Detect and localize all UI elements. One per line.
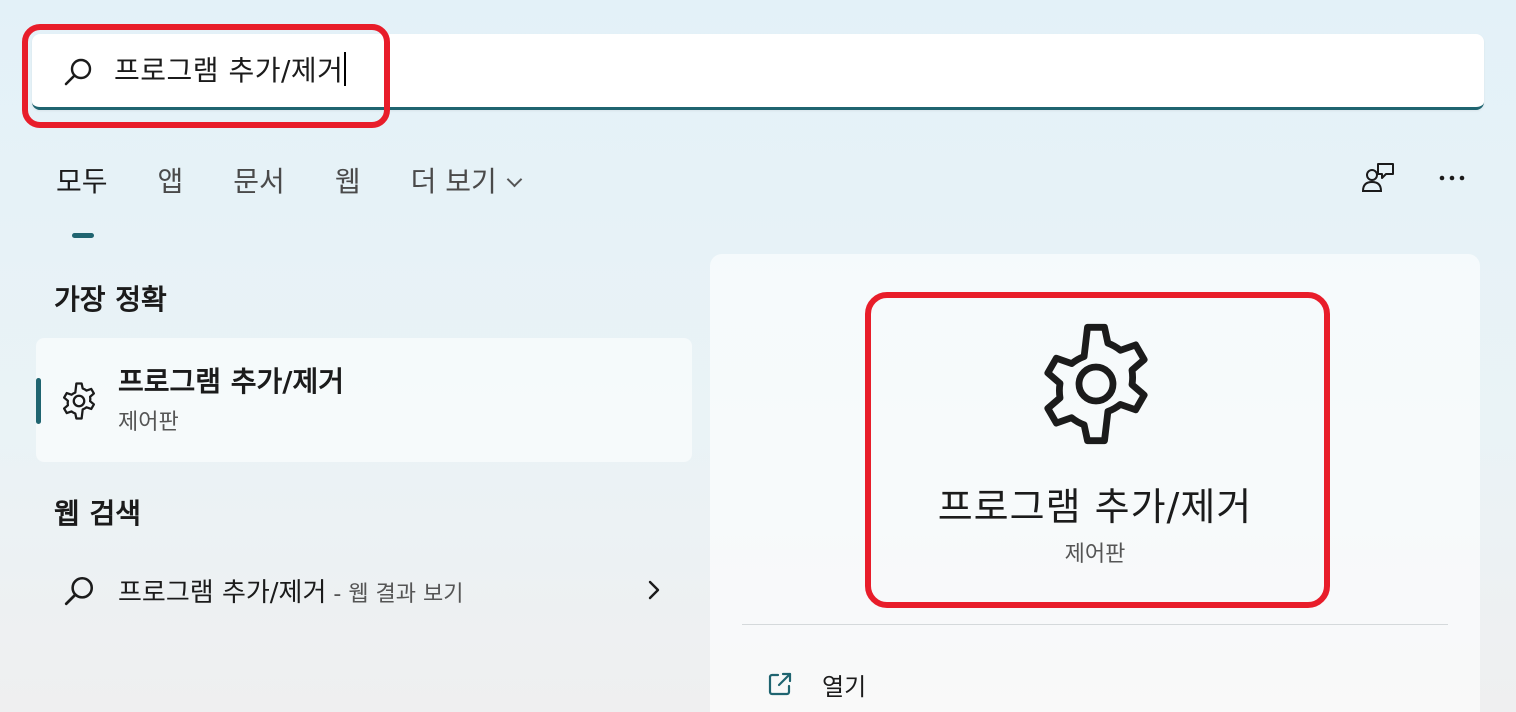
feedback-icon [1361, 163, 1394, 192]
tab-documents[interactable]: 문서 [233, 160, 285, 220]
chevron-down-icon [506, 171, 523, 188]
feedback-button[interactable] [1360, 160, 1396, 196]
search-icon [64, 576, 94, 606]
best-match-result[interactable]: 프로그램 추가/제거 제어판 [36, 338, 692, 462]
web-search-query-text: 프로그램 추가/제거 [118, 578, 327, 608]
filter-tabs: 모두 앱 문서 웹 더 보기 [56, 160, 570, 238]
open-external-icon [768, 672, 792, 696]
web-search-suffix: - 웹 결과 보기 [326, 582, 464, 607]
tab-all-label: 모두 [56, 165, 108, 198]
tab-web-label: 웹 [334, 165, 361, 198]
web-search-query: 프로그램 추가/제거 - 웹 결과 보기 [118, 572, 464, 609]
windows-search-panel: 프로그램 추가/제거 모두 앱 문서 웹 더 보기 가장 정확 프로그램 추가/… [0, 0, 1516, 712]
tab-more-label: 더 보기 [410, 165, 497, 198]
tab-all[interactable]: 모두 [56, 160, 108, 238]
web-search-result[interactable]: 프로그램 추가/제거 - 웹 결과 보기 [60, 566, 660, 616]
tab-more[interactable]: 더 보기 [410, 160, 523, 220]
gear-icon [62, 382, 96, 420]
best-match-title: 프로그램 추가/제거 [118, 365, 345, 398]
toolbar-icons [1360, 160, 1470, 196]
selection-indicator [36, 378, 41, 424]
best-match-subtitle: 제어판 [118, 410, 179, 435]
divider [742, 624, 1448, 625]
more-options-icon [1439, 175, 1465, 181]
tab-apps-label: 앱 [157, 165, 184, 198]
best-match-heading: 가장 정확 [54, 283, 167, 316]
tab-web[interactable]: 웹 [335, 160, 361, 220]
open-action[interactable]: 열기 [766, 664, 866, 704]
highlight-annotation-search [22, 24, 390, 128]
more-options-button[interactable] [1434, 160, 1470, 196]
tab-apps[interactable]: 앱 [158, 160, 184, 220]
chevron-right-icon [648, 580, 660, 600]
tab-documents-label: 문서 [233, 165, 285, 198]
open-action-label: 열기 [822, 672, 867, 701]
result-detail-panel: 프로그램 추가/제거 제어판 열기 [710, 254, 1480, 712]
web-search-heading: 웹 검색 [54, 497, 142, 530]
highlight-annotation-detail [865, 292, 1330, 608]
